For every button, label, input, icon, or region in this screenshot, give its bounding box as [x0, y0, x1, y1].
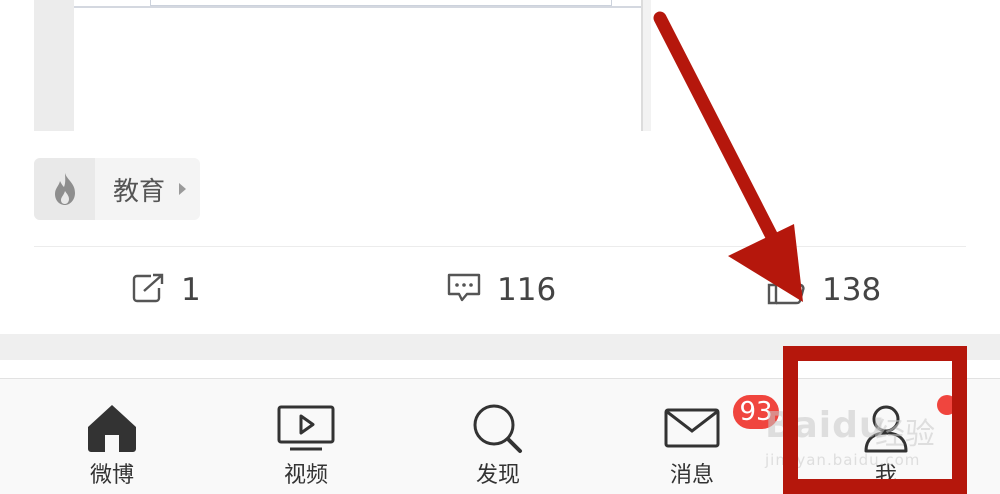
- tv-play-icon: [276, 399, 336, 457]
- tab-video[interactable]: 视频: [246, 399, 366, 489]
- like-count: 138: [822, 272, 882, 308]
- tab-video-label: 视频: [283, 463, 328, 488]
- unread-badge: 93: [731, 393, 781, 431]
- image-top-line: [74, 6, 641, 8]
- repost-button[interactable]: 1: [131, 268, 201, 312]
- envelope-icon: 93: [663, 393, 781, 457]
- topic-label-box: 教育: [95, 158, 200, 220]
- chevron-right-icon: [179, 183, 187, 195]
- comment-count: 116: [497, 272, 557, 308]
- annotation-box: [783, 346, 967, 494]
- thumbs-up-icon: [766, 270, 808, 310]
- divider: [34, 246, 966, 247]
- tab-discover-label: 发现: [475, 463, 520, 488]
- like-button[interactable]: 138: [766, 268, 881, 312]
- topic-label: 教育: [113, 176, 166, 207]
- tab-discover[interactable]: 发现: [438, 399, 558, 489]
- repost-count: 1: [181, 272, 201, 308]
- share-icon: [131, 272, 167, 308]
- post-image[interactable]: [34, 0, 651, 131]
- tab-messages[interactable]: 93 消息: [632, 393, 781, 489]
- image-right-strip: [641, 0, 651, 131]
- house-icon: [85, 399, 139, 457]
- tab-home-label: 微博: [89, 463, 134, 488]
- flame-icon: [34, 158, 95, 220]
- comment-button[interactable]: 116: [445, 268, 556, 312]
- comment-icon: [445, 271, 483, 309]
- tab-home[interactable]: 微博: [52, 399, 172, 489]
- tab-messages-label: 消息: [669, 463, 714, 488]
- topic-tag[interactable]: 教育: [34, 158, 201, 220]
- search-icon: [470, 399, 526, 457]
- image-inner-box: [150, 0, 612, 6]
- image-left-strip: [34, 0, 74, 131]
